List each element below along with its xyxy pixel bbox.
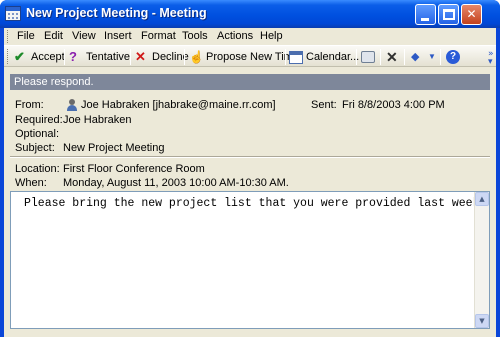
propose-new-time-button[interactable]: ☝ Propose New Time	[189, 49, 299, 65]
menu-file[interactable]: File	[17, 30, 35, 42]
from-value[interactable]: Joe Habraken [jhabrake@maine.rr.com]	[81, 99, 276, 111]
subject-value: New Project Meeting	[63, 142, 165, 154]
x-icon: ✕	[135, 49, 146, 64]
header-divider	[10, 156, 490, 158]
required-value[interactable]: Joe Habraken	[63, 114, 132, 126]
person-icon	[66, 99, 78, 111]
scroll-down-button[interactable]: ▼	[475, 314, 489, 328]
calendar-label: Calendar...	[306, 51, 360, 63]
accept-label: Accept	[31, 51, 65, 63]
menu-format[interactable]: Format	[141, 30, 176, 42]
chevron-down-icon: ▼	[479, 317, 485, 325]
toolbar-overflow-icon[interactable]: » ▾	[488, 50, 494, 67]
print-icon	[361, 51, 375, 63]
chevron-up-icon: ▲	[479, 195, 485, 203]
location-label: Location:	[15, 163, 60, 175]
optional-label: Optional:	[15, 128, 60, 140]
menu-insert[interactable]: Insert	[104, 30, 132, 42]
window-client: File Edit View Insert Format Tools Actio…	[4, 28, 496, 337]
minimize-button[interactable]	[415, 4, 436, 25]
help-button[interactable]: ?	[446, 49, 463, 65]
print-button[interactable]	[361, 49, 378, 65]
info-bar: Please respond.	[10, 74, 490, 90]
menu-grip[interactable]	[7, 30, 10, 43]
toolbar: ✔ Accept ? Tentative ✕ Decline ☝ Propose…	[4, 45, 496, 67]
chevron-down-icon: ▼	[428, 52, 436, 61]
when-label: When:	[15, 177, 47, 189]
required-label: Required:	[15, 114, 63, 126]
menu-edit[interactable]: Edit	[44, 30, 63, 42]
delete-icon: ✕	[386, 49, 398, 65]
sent-value: Fri 8/8/2003 4:00 PM	[342, 99, 445, 111]
calendar-button[interactable]: Calendar...	[289, 49, 359, 65]
question-icon: ?	[69, 49, 77, 64]
when-value: Monday, August 11, 2003 10:00 AM-10:30 A…	[63, 177, 289, 189]
menu-view[interactable]: View	[72, 30, 96, 42]
sent-label: Sent:	[311, 99, 337, 111]
close-icon: ✕	[466, 7, 477, 21]
minimize-icon	[421, 18, 429, 21]
menu-help[interactable]: Help	[260, 30, 283, 42]
checkmark-icon: ✔	[14, 49, 25, 64]
calendar-icon	[289, 50, 303, 64]
maximize-button[interactable]	[438, 4, 459, 25]
window-title: New Project Meeting - Meeting	[26, 6, 207, 20]
message-body[interactable]: Please bring the new project list that y…	[10, 191, 490, 329]
subject-label: Subject:	[15, 142, 55, 154]
tentative-button[interactable]: ? Tentative	[69, 49, 130, 65]
message-body-text: Please bring the new project list that y…	[24, 197, 487, 210]
location-value: First Floor Conference Room	[63, 163, 205, 175]
scroll-up-button[interactable]: ▲	[475, 192, 489, 206]
title-bar[interactable]: New Project Meeting - Meeting ✕	[0, 0, 500, 28]
hand-icon: ☝	[189, 50, 204, 64]
up-arrow-icon: ◆	[411, 51, 420, 63]
tentative-label: Tentative	[86, 51, 131, 63]
close-button[interactable]: ✕	[461, 4, 482, 25]
menu-bar: File Edit View Insert Format Tools Actio…	[4, 28, 496, 45]
menu-actions[interactable]: Actions	[217, 30, 253, 42]
toolbar-grip[interactable]	[7, 49, 10, 64]
from-label: From:	[15, 99, 44, 111]
maximize-icon	[443, 9, 455, 20]
previous-item-button[interactable]: ◆ ▼	[411, 49, 436, 65]
decline-button[interactable]: ✕ Decline	[135, 49, 189, 65]
help-icon: ?	[446, 50, 460, 64]
calendar-icon[interactable]	[5, 6, 21, 21]
accept-button[interactable]: ✔ Accept	[14, 49, 65, 65]
menu-tools[interactable]: Tools	[182, 30, 208, 42]
delete-button[interactable]: ✕	[386, 49, 403, 65]
meeting-window: New Project Meeting - Meeting ✕ File Edi…	[0, 0, 500, 337]
vertical-scrollbar[interactable]: ▲ ▼	[474, 192, 489, 328]
